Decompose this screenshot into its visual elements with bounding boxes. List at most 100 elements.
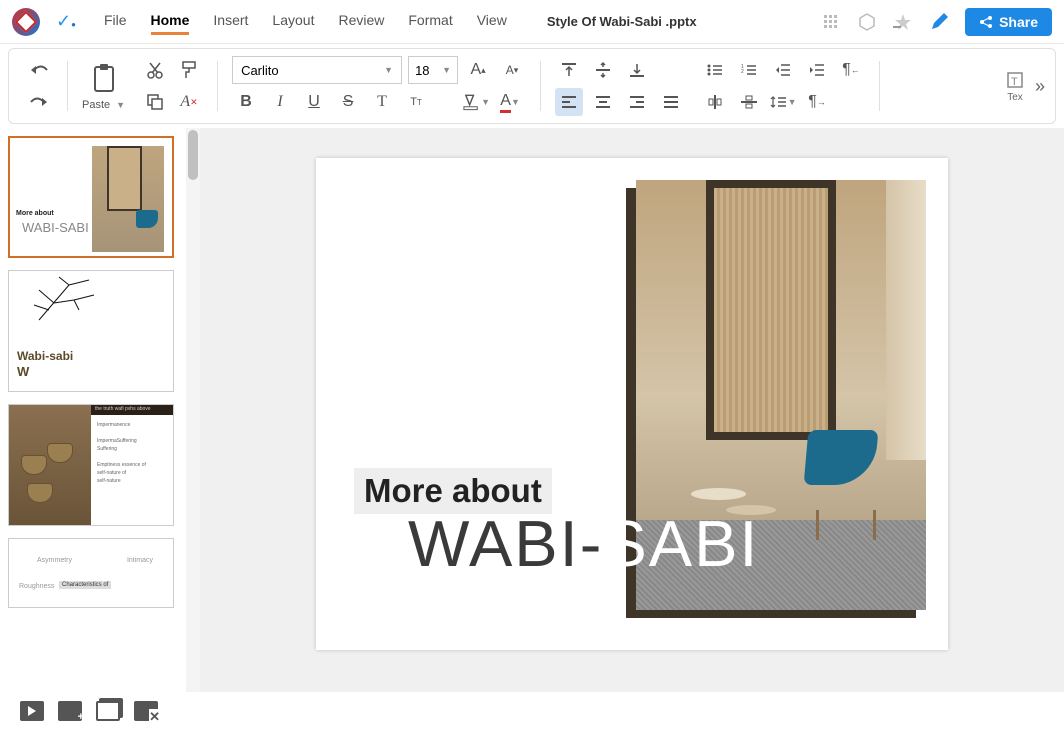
- numbered-list-button[interactable]: 12: [735, 56, 763, 84]
- thumb2-text1: Wabi-sabi: [17, 349, 73, 363]
- thumb3-w4: Emptiness essence of: [97, 461, 167, 469]
- bullet-list-button[interactable]: [701, 56, 729, 84]
- text-tool-label: Tex: [1007, 92, 1023, 103]
- align-justify-button[interactable]: [657, 88, 685, 116]
- hexagon-icon[interactable]: [857, 12, 877, 32]
- grid-icon[interactable]: [821, 12, 841, 32]
- slide-thumb-3[interactable]: the truth wafi pvhs above Impermanence I…: [8, 404, 174, 526]
- align-right-button[interactable]: [623, 88, 651, 116]
- font-group: Carlito▼ 18▼ A▴ A▾ B I U S T TT ▼ A▼: [226, 56, 532, 116]
- text-direction-ltr-button[interactable]: ¶→: [803, 88, 831, 116]
- svg-text:2: 2: [741, 69, 744, 75]
- slide-text-dark: WABI-: [408, 507, 603, 580]
- increase-indent-button[interactable]: [803, 56, 831, 84]
- underline-button[interactable]: U: [300, 88, 328, 116]
- toolbar-overflow[interactable]: T Tex: [1005, 70, 1025, 103]
- play-slideshow-button[interactable]: [20, 701, 44, 721]
- svg-text:T: T: [1011, 76, 1018, 88]
- highlight-color-button[interactable]: ▼: [462, 88, 490, 116]
- share-label: Share: [999, 14, 1038, 30]
- align-middle-button[interactable]: [589, 56, 617, 84]
- slide-canvas[interactable]: More about WABI-SABI: [316, 158, 948, 650]
- line-spacing-button[interactable]: ▼: [769, 88, 797, 116]
- favorite-icon[interactable]: [893, 12, 913, 32]
- font-color-button[interactable]: A▼: [496, 88, 524, 116]
- slide-thumb-4[interactable]: Asymmetry Intimacy Roughness Characteris…: [8, 538, 174, 608]
- pencil-icon[interactable]: [929, 12, 949, 32]
- slide-text-line2[interactable]: WABI-SABI: [408, 506, 759, 581]
- thumb3-w5: self-nature of: [97, 469, 167, 477]
- share-button[interactable]: Share: [965, 8, 1052, 36]
- format-painter-button[interactable]: [175, 56, 203, 84]
- align-center-button[interactable]: [589, 88, 617, 116]
- thumb4-b: Intimacy: [127, 557, 153, 564]
- font-size-select[interactable]: 18▼: [408, 56, 458, 84]
- thumb4-d: Characteristics of: [59, 581, 111, 589]
- app-logo[interactable]: [12, 8, 40, 36]
- canvas-area[interactable]: More about WABI-SABI: [200, 128, 1064, 692]
- list-group: 12 ¶← ▼ ¶→: [695, 56, 871, 116]
- paste-label: Paste: [82, 99, 110, 111]
- slide-panel: More about WABI-SABI Wabi-sabi W the tru…: [0, 128, 200, 692]
- thumb4-a: Asymmetry: [37, 557, 72, 564]
- font-name-value: Carlito: [241, 63, 279, 78]
- menu-layout[interactable]: Layout: [272, 8, 314, 35]
- clear-format-button[interactable]: A✕: [175, 88, 203, 116]
- text-direction-rtl-button[interactable]: ¶←: [837, 56, 865, 84]
- align-top-button[interactable]: [555, 56, 583, 84]
- sidebar-scrollbar[interactable]: [186, 128, 200, 692]
- clipboard-group: A✕: [135, 56, 209, 116]
- font-family-select[interactable]: Carlito▼: [232, 56, 402, 84]
- redo-button[interactable]: [25, 88, 53, 116]
- add-slide-button[interactable]: +: [58, 701, 82, 721]
- thumb3-w2: ImpermaSuffering: [97, 437, 167, 445]
- align-group: [549, 56, 691, 116]
- save-check-icon[interactable]: ✓●: [56, 11, 76, 32]
- menu-format[interactable]: Format: [408, 8, 452, 35]
- main-area: More about WABI-SABI Wabi-sabi W the tru…: [0, 128, 1064, 692]
- decrease-font-button[interactable]: A▾: [498, 56, 526, 84]
- paste-dropdown-icon[interactable]: ▼: [116, 100, 125, 110]
- paste-group: Paste ▼: [76, 61, 131, 111]
- toolbar: Paste▼ A✕ Carlito▼ 18▼ A▴ A▾ B I U S T T…: [8, 48, 1056, 124]
- menu-file[interactable]: File: [104, 8, 127, 35]
- document-title: Style Of Wabi-Sabi .pptx: [547, 14, 697, 29]
- duplicate-slide-button[interactable]: [96, 701, 120, 721]
- undo-button[interactable]: [25, 56, 53, 84]
- distribute-horizontal-button[interactable]: [701, 88, 729, 116]
- thumb3-w3: Suffering: [97, 445, 167, 453]
- delete-slide-button[interactable]: ✕: [134, 701, 158, 721]
- menu-list: File Home Insert Layout Review Format Vi…: [104, 8, 507, 35]
- font-size-value: 18: [415, 63, 429, 78]
- expand-toolbar-icon[interactable]: »: [1035, 76, 1045, 97]
- undo-redo-group: [19, 56, 59, 116]
- increase-font-button[interactable]: A▴: [464, 56, 492, 84]
- bottombar: + ✕: [0, 692, 1064, 730]
- strikethrough-button[interactable]: S: [334, 88, 362, 116]
- thumb1-text2: WABI-SABI: [22, 220, 89, 235]
- italic-button[interactable]: I: [266, 88, 294, 116]
- thumb4-c: Roughness: [19, 583, 54, 590]
- menubar-right: Share: [821, 8, 1052, 36]
- slide-thumb-1[interactable]: More about WABI-SABI: [8, 136, 174, 258]
- cut-button[interactable]: [141, 56, 169, 84]
- align-bottom-button[interactable]: [623, 56, 651, 84]
- change-case-button[interactable]: TT: [402, 88, 430, 116]
- menu-view[interactable]: View: [477, 8, 507, 35]
- menubar: ✓● File Home Insert Layout Review Format…: [0, 0, 1064, 44]
- paste-button[interactable]: [87, 61, 121, 95]
- thumb2-text2: W: [17, 364, 29, 379]
- copy-button[interactable]: [141, 88, 169, 116]
- text-effect-button[interactable]: T: [368, 88, 396, 116]
- distribute-vertical-button[interactable]: [735, 88, 763, 116]
- align-left-button[interactable]: [555, 88, 583, 116]
- thumb3-w1: Impermanence: [97, 421, 167, 429]
- menu-review[interactable]: Review: [338, 8, 384, 35]
- thumb3-w6: self-nature: [97, 477, 167, 485]
- menu-home[interactable]: Home: [151, 8, 190, 35]
- bold-button[interactable]: B: [232, 88, 260, 116]
- decrease-indent-button[interactable]: [769, 56, 797, 84]
- menu-insert[interactable]: Insert: [213, 8, 248, 35]
- slide-thumb-2[interactable]: Wabi-sabi W: [8, 270, 174, 392]
- slide-text-light: SABI: [603, 507, 759, 580]
